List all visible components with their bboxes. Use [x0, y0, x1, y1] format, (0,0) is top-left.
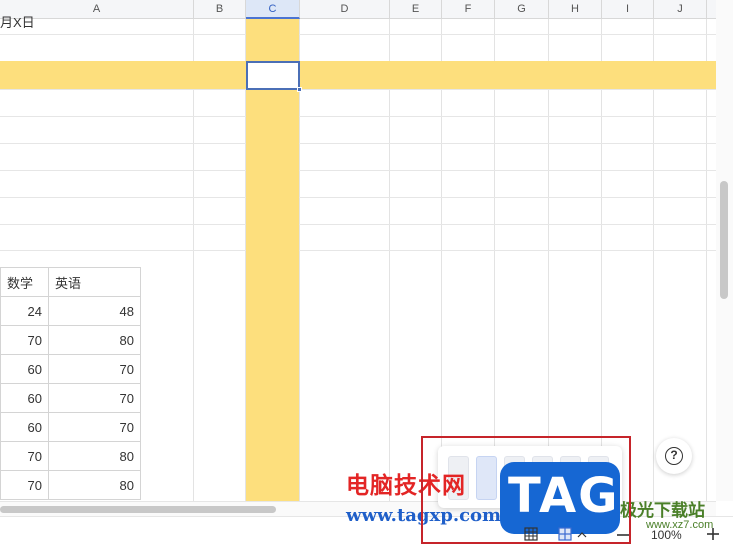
- column-header-i[interactable]: I: [602, 0, 654, 19]
- table-cell[interactable]: 70: [48, 412, 141, 442]
- table-row: 60 70: [0, 383, 141, 413]
- table-cell[interactable]: 80: [48, 325, 141, 355]
- row-highlight-band: [0, 61, 716, 89]
- table-cell[interactable]: 70: [0, 325, 49, 355]
- cell-text-fragment: 月X日: [0, 15, 35, 30]
- table-cell[interactable]: 80: [48, 441, 141, 471]
- column-header-f[interactable]: F: [442, 0, 495, 19]
- view-thumbnail[interactable]: [476, 456, 497, 500]
- table-cell[interactable]: 80: [48, 470, 141, 500]
- table-cell[interactable]: 60: [0, 412, 49, 442]
- column-header-e[interactable]: E: [390, 0, 442, 19]
- table-row: 70 80: [0, 325, 141, 355]
- watermark-site: 极光下载站: [620, 501, 705, 521]
- selected-cell[interactable]: [246, 61, 300, 90]
- table-cell[interactable]: 48: [48, 296, 141, 326]
- minus-icon[interactable]: [616, 528, 630, 542]
- table-cell[interactable]: 60: [0, 354, 49, 384]
- table-row: 70 80: [0, 470, 141, 500]
- column-header-h[interactable]: H: [549, 0, 602, 19]
- column-header-d[interactable]: D: [300, 0, 390, 19]
- data-table: 数学 英语 24 48 70 80 60 70 60 70 60 70 70 8…: [0, 267, 141, 500]
- watermark-badge-text: TAG: [508, 468, 620, 524]
- fill-handle[interactable]: [297, 87, 302, 92]
- chevron-up-icon[interactable]: [577, 531, 587, 538]
- column-header-j[interactable]: J: [654, 0, 707, 19]
- vertical-scroll-thumb[interactable]: [720, 181, 728, 299]
- column-header-bar: A B C D E F G H I J: [0, 0, 716, 19]
- header-cell-math[interactable]: 数学: [0, 267, 49, 297]
- table-cell[interactable]: 70: [0, 441, 49, 471]
- table-cell[interactable]: 60: [0, 383, 49, 413]
- help-button[interactable]: ?: [656, 438, 692, 474]
- table-cell[interactable]: 70: [48, 354, 141, 384]
- horizontal-scroll-thumb[interactable]: [0, 506, 276, 513]
- watermark-badge: TAG: [500, 462, 620, 534]
- watermark-brand: 电脑技术网: [346, 473, 466, 499]
- column-header-g[interactable]: G: [495, 0, 549, 19]
- header-cell-english[interactable]: 英语: [48, 267, 141, 297]
- table-cell[interactable]: 70: [0, 470, 49, 500]
- plus-icon[interactable]: [706, 527, 720, 541]
- column-header-b[interactable]: B: [194, 0, 246, 19]
- table-row: 60 70: [0, 354, 141, 384]
- table-row: 60 70: [0, 412, 141, 442]
- reading-mode-icon[interactable]: [558, 527, 572, 541]
- column-header-c[interactable]: C: [246, 0, 300, 19]
- normal-view-icon[interactable]: [524, 527, 538, 541]
- zoom-level[interactable]: 100%: [651, 528, 682, 542]
- table-cell[interactable]: 70: [48, 383, 141, 413]
- watermark-url: www.tagxp.com: [346, 505, 502, 526]
- table-row: 24 48: [0, 296, 141, 326]
- column-highlight-band: [246, 19, 299, 501]
- help-icon: ?: [665, 447, 683, 465]
- table-cell[interactable]: 24: [0, 296, 49, 326]
- table-row: 70 80: [0, 441, 141, 471]
